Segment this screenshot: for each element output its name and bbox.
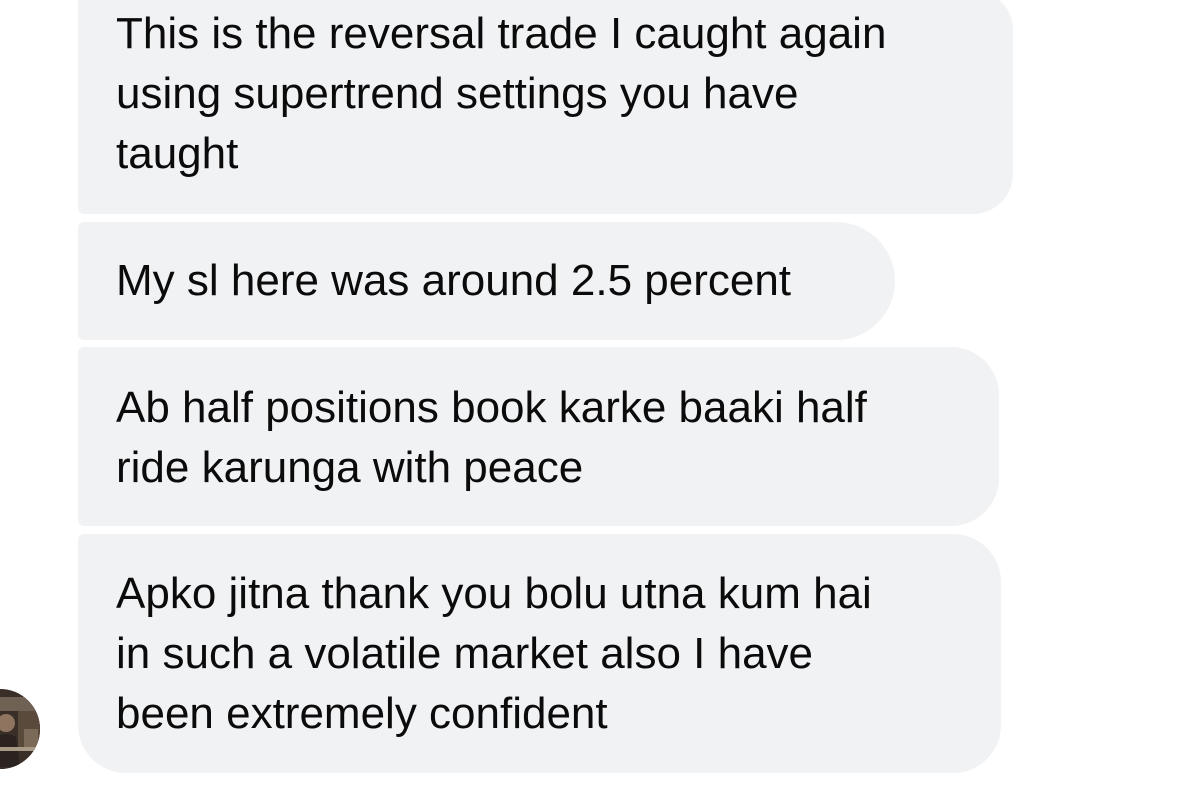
message-bubble[interactable]: Ab half positions book karke baaki half … bbox=[78, 347, 999, 526]
message-line: taught bbox=[116, 129, 239, 178]
message-bubble[interactable]: My sl here was around 2.5 percent bbox=[78, 222, 895, 340]
message-line: in such a volatile market also I have bbox=[116, 629, 814, 678]
message-line: My sl here was around 2.5 percent bbox=[116, 256, 792, 305]
message-line: using supertrend settings you have bbox=[116, 69, 799, 118]
message-line: been extremely confident bbox=[116, 689, 608, 738]
message-line: ride karunga with peace bbox=[116, 443, 584, 492]
sender-avatar[interactable] bbox=[0, 689, 40, 769]
message-bubble[interactable]: Apko jitna thank you bolu utna kum hai i… bbox=[78, 534, 1001, 773]
message-thread: This is the reversal trade I caught agai… bbox=[0, 0, 1199, 792]
message-line: Ab half positions book karke baaki half bbox=[116, 383, 867, 432]
message-bubble[interactable]: This is the reversal trade I caught agai… bbox=[78, 0, 1013, 214]
avatar-photo-icon bbox=[0, 689, 40, 769]
message-line: This is the reversal trade I caught agai… bbox=[116, 9, 887, 58]
message-line: Apko jitna thank you bolu utna kum hai bbox=[116, 569, 872, 618]
